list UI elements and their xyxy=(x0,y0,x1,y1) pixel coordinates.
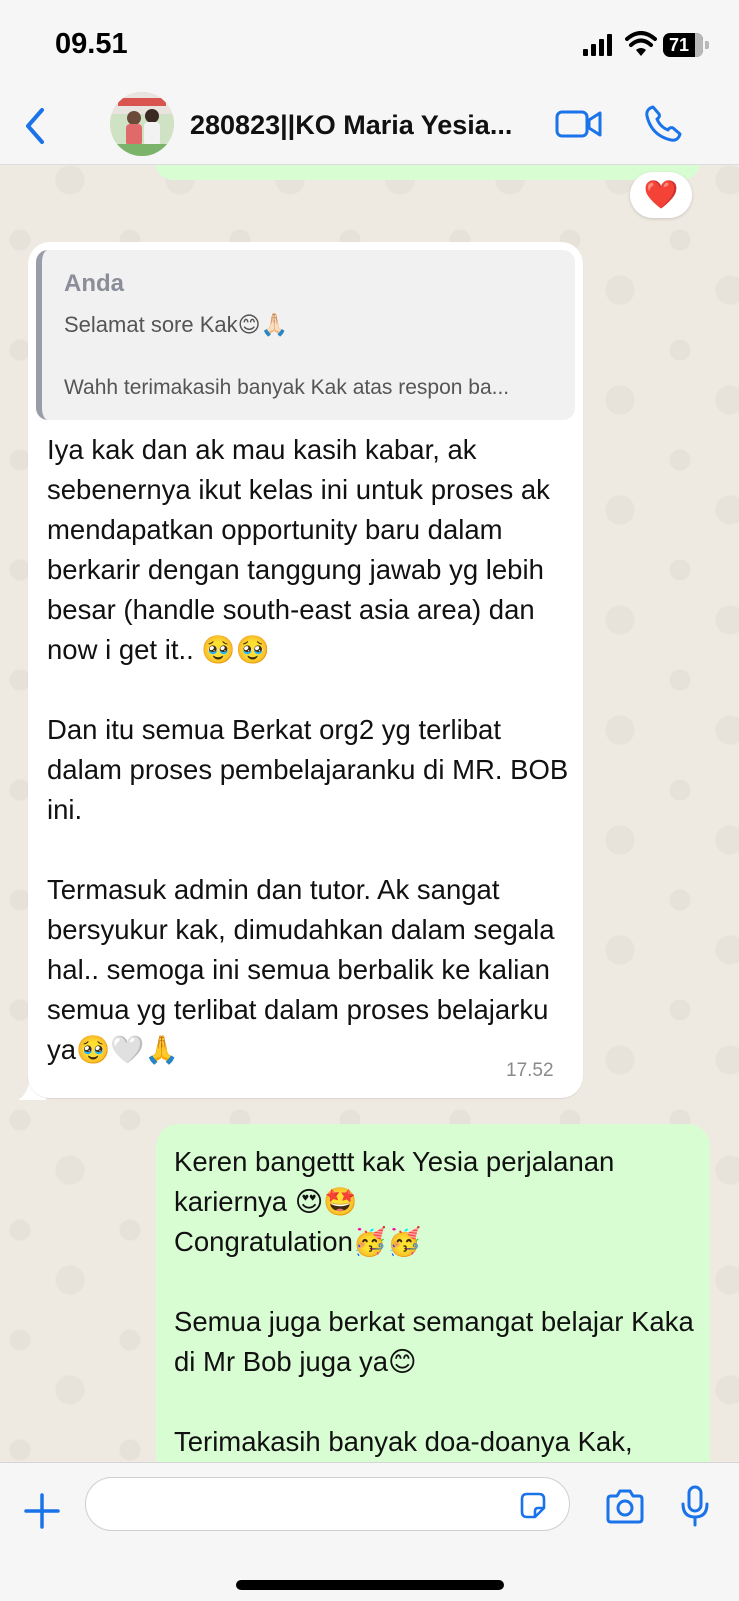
wifi-icon xyxy=(625,31,657,56)
sticker-icon[interactable] xyxy=(518,1491,548,1521)
heart-reaction[interactable]: ❤️ xyxy=(630,172,692,218)
incoming-message-bubble[interactable]: Anda Selamat sore Kak😊🙏🏻 Wahh terimakasi… xyxy=(28,242,583,1098)
status-bar: 09.51 71 xyxy=(0,0,739,88)
camera-icon[interactable] xyxy=(604,1489,646,1525)
quote-text-line-2: Wahh terimakasih banyak Kak atas respon … xyxy=(64,376,510,399)
avatar-photo-icon xyxy=(110,92,174,156)
microphone-icon[interactable] xyxy=(680,1485,710,1527)
incoming-message-text: Iya kak dan ak mau kasih kabar, ak seben… xyxy=(47,434,569,1065)
message-input-bar xyxy=(0,1462,739,1601)
chat-title[interactable]: 280823||KO Maria Yesia... xyxy=(190,110,512,141)
chat-header: 280823||KO Maria Yesia... xyxy=(0,88,739,165)
message-input[interactable] xyxy=(85,1477,570,1531)
voice-call-icon[interactable] xyxy=(643,104,683,144)
battery-icon: 71 xyxy=(663,33,709,57)
cellular-signal-icon xyxy=(583,34,612,56)
message-timestamp: 17.52 xyxy=(506,1060,554,1081)
quote-author: Anda xyxy=(64,270,124,297)
quote-text-line-1: Selamat sore Kak😊🙏🏻 xyxy=(64,312,288,337)
video-call-icon[interactable] xyxy=(555,108,603,140)
battery-percentage: 71 xyxy=(668,35,690,55)
plus-icon[interactable] xyxy=(24,1493,60,1529)
home-indicator xyxy=(236,1580,504,1590)
outgoing-message-text: Keren bangettt kak Yesia perjalanan kari… xyxy=(174,1146,694,1457)
quoted-reply[interactable]: Anda Selamat sore Kak😊🙏🏻 Wahh terimakasi… xyxy=(36,250,575,420)
back-chevron-icon[interactable] xyxy=(20,106,50,146)
contact-avatar[interactable] xyxy=(110,92,174,156)
status-time: 09.51 xyxy=(55,28,128,60)
outgoing-message-bubble[interactable]: Keren bangettt kak Yesia perjalanan kari… xyxy=(156,1124,710,1484)
